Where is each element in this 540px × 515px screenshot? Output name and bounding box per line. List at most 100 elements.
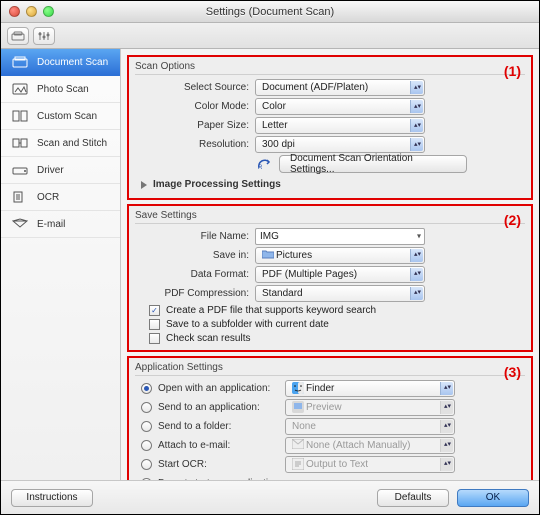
do-not-start-label: Do not start any application xyxy=(158,478,279,481)
subfolder-checkbox[interactable] xyxy=(149,319,160,330)
data-format-label: Data Format: xyxy=(135,269,255,280)
select-source-dropdown[interactable]: Document (ADF/Platen) ▴▾ xyxy=(255,79,425,96)
defaults-label: Defaults xyxy=(395,492,432,503)
sidebar-item-email[interactable]: E-mail xyxy=(1,211,120,238)
resolution-dropdown[interactable]: 300 dpi ▴▾ xyxy=(255,136,425,153)
section-number-1: (1) xyxy=(504,63,521,79)
sidebar-item-ocr[interactable]: OCR xyxy=(1,184,120,211)
svg-text:R: R xyxy=(258,165,263,171)
chevron-updown-icon: ▴▾ xyxy=(414,290,421,296)
chevron-updown-icon: ▴▾ xyxy=(414,142,421,148)
attach-email-dropdown[interactable]: None (Attach Manually) ▴▾ xyxy=(285,437,455,454)
scan-and-stitch-icon xyxy=(11,136,29,150)
chevron-updown-icon: ▴▾ xyxy=(414,85,421,91)
attach-email-value: None (Attach Manually) xyxy=(306,440,411,451)
sidebar-item-label: Driver xyxy=(37,165,64,176)
email-icon xyxy=(11,217,29,231)
send-to-folder-radio[interactable] xyxy=(141,421,152,432)
disclosure-triangle-icon xyxy=(141,181,147,189)
save-settings-section: (2) Save Settings File Name: IMG ▾ Save … xyxy=(127,204,533,352)
footer: Instructions Defaults OK xyxy=(1,480,539,514)
send-to-app-radio[interactable] xyxy=(141,402,152,413)
select-source-label: Select Source: xyxy=(135,82,255,93)
open-with-radio[interactable] xyxy=(141,383,152,394)
pdf-keyword-checkbox[interactable]: ✓ xyxy=(149,305,160,316)
preview-icon xyxy=(292,401,304,413)
data-format-dropdown[interactable]: PDF (Multiple Pages) ▴▾ xyxy=(255,266,425,283)
image-processing-disclosure[interactable]: Image Processing Settings xyxy=(141,179,281,190)
document-scan-icon xyxy=(11,55,29,69)
chevron-updown-icon: ▴▾ xyxy=(414,104,421,110)
start-ocr-dropdown[interactable]: Output to Text ▴▾ xyxy=(285,456,455,473)
ocr-icon xyxy=(11,190,29,204)
application-settings-title: Application Settings xyxy=(135,362,525,376)
open-with-dropdown[interactable]: Finder ▴▾ xyxy=(285,380,455,397)
pdf-compression-value: Standard xyxy=(262,288,303,299)
ok-button[interactable]: OK xyxy=(457,489,529,507)
scan-options-section: (1) Scan Options Select Source: Document… xyxy=(127,55,533,200)
minimize-window-button[interactable] xyxy=(26,6,37,17)
zoom-window-button[interactable] xyxy=(43,6,54,17)
sidebar: Document Scan Photo Scan Custom Scan Sca… xyxy=(1,49,121,480)
sidebar-item-document-scan[interactable]: Document Scan xyxy=(1,49,120,76)
pdf-compression-label: PDF Compression: xyxy=(135,288,255,299)
send-to-folder-dropdown[interactable]: None ▴▾ xyxy=(285,418,455,435)
chevron-down-icon: ▾ xyxy=(417,232,421,241)
sidebar-item-photo-scan[interactable]: Photo Scan xyxy=(1,76,120,103)
start-ocr-radio[interactable] xyxy=(141,459,152,470)
main-pane: (1) Scan Options Select Source: Document… xyxy=(121,49,539,480)
close-window-button[interactable] xyxy=(9,6,20,17)
chevron-updown-icon: ▴▾ xyxy=(444,461,451,467)
color-mode-dropdown[interactable]: Color ▴▾ xyxy=(255,98,425,115)
sidebar-item-label: E-mail xyxy=(37,219,65,230)
chevron-updown-icon: ▴▾ xyxy=(444,404,451,410)
window-controls xyxy=(1,6,54,17)
sidebar-item-label: Custom Scan xyxy=(37,111,97,122)
check-results-label: Check scan results xyxy=(166,333,250,344)
select-source-value: Document (ADF/Platen) xyxy=(262,82,368,93)
color-mode-label: Color Mode: xyxy=(135,101,255,112)
file-name-label: File Name: xyxy=(135,231,255,242)
start-ocr-value: Output to Text xyxy=(306,459,368,470)
chevron-updown-icon: ▴▾ xyxy=(414,123,421,129)
defaults-button[interactable]: Defaults xyxy=(377,489,449,507)
send-to-app-value: Preview xyxy=(306,402,342,413)
subfolder-label: Save to a subfolder with current date xyxy=(166,319,329,330)
mail-icon xyxy=(292,439,304,451)
chevron-updown-icon: ▴▾ xyxy=(444,442,451,448)
section-number-3: (3) xyxy=(504,364,521,380)
sliders-icon xyxy=(37,31,51,41)
sidebar-item-label: Photo Scan xyxy=(37,84,89,95)
section-number-2: (2) xyxy=(504,212,521,228)
send-to-app-dropdown[interactable]: Preview ▴▾ xyxy=(285,399,455,416)
ok-label: OK xyxy=(486,492,500,503)
scanner-icon xyxy=(11,31,25,41)
orientation-icon: R xyxy=(255,156,275,172)
file-name-value: IMG xyxy=(260,231,279,242)
photo-scan-icon xyxy=(11,82,29,96)
image-processing-label: Image Processing Settings xyxy=(153,179,281,190)
toolbar-scan-button[interactable] xyxy=(7,27,29,45)
orientation-settings-button[interactable]: Document Scan Orientation Settings... xyxy=(279,155,467,173)
check-results-checkbox[interactable] xyxy=(149,333,160,344)
pdf-compression-dropdown[interactable]: Standard ▴▾ xyxy=(255,285,425,302)
attach-email-radio[interactable] xyxy=(141,440,152,451)
chevron-updown-icon: ▴▾ xyxy=(444,385,451,391)
do-not-start-radio[interactable] xyxy=(141,478,152,481)
save-in-dropdown[interactable]: Pictures ▴▾ xyxy=(255,247,425,264)
sidebar-item-scan-and-stitch[interactable]: Scan and Stitch xyxy=(1,130,120,157)
paper-size-dropdown[interactable]: Letter ▴▾ xyxy=(255,117,425,134)
instructions-button[interactable]: Instructions xyxy=(11,489,93,507)
file-name-input[interactable]: IMG ▾ xyxy=(255,228,425,245)
chevron-updown-icon: ▴▾ xyxy=(444,423,451,429)
sidebar-item-driver[interactable]: Driver xyxy=(1,157,120,184)
paper-size-label: Paper Size: xyxy=(135,120,255,131)
save-settings-title: Save Settings xyxy=(135,210,525,224)
toolbar-sliders-button[interactable] xyxy=(33,27,55,45)
sidebar-item-custom-scan[interactable]: Custom Scan xyxy=(1,103,120,130)
chevron-updown-icon: ▴▾ xyxy=(414,271,421,277)
finder-icon xyxy=(292,382,304,394)
send-to-folder-value: None xyxy=(292,421,316,432)
open-with-label: Open with an application: xyxy=(158,383,270,394)
sidebar-item-label: OCR xyxy=(37,192,59,203)
